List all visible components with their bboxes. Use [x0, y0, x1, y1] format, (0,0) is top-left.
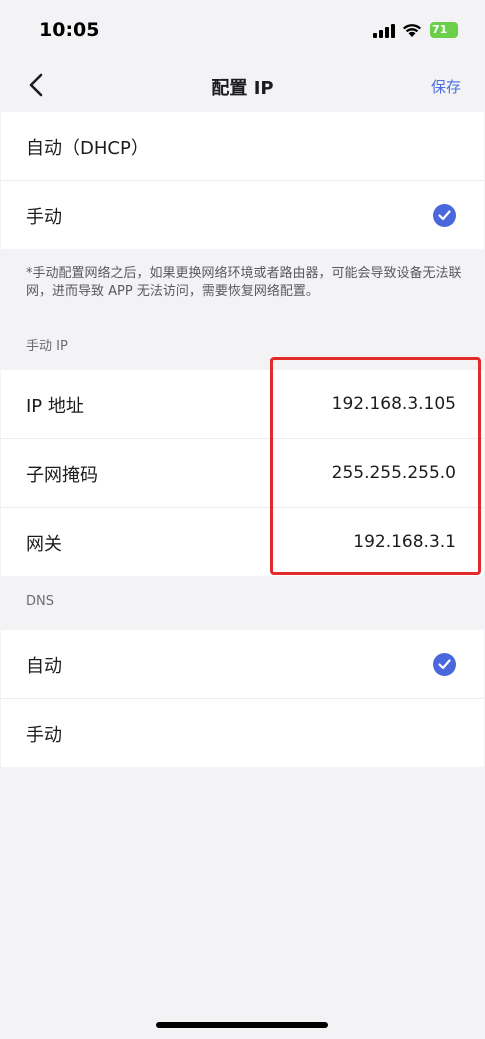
- checkmark-icon: [433, 653, 456, 676]
- dns-option-manual[interactable]: 手动: [1, 699, 484, 767]
- page-title: 配置 IP: [211, 78, 274, 99]
- save-button[interactable]: 保存: [431, 76, 461, 97]
- home-indicator[interactable]: [156, 1022, 328, 1028]
- battery-icon: 71: [430, 22, 458, 38]
- status-bar: 10:05 71: [0, 0, 485, 60]
- field-label: 网关: [26, 534, 62, 555]
- ip-mode-group: 自动（DHCP） 手动: [1, 112, 484, 249]
- dns-option-label: 手动: [26, 725, 62, 746]
- highlight-box: [270, 357, 481, 575]
- battery-level: 71: [432, 23, 448, 36]
- mode-option-label: 手动: [26, 207, 62, 228]
- cellular-signal-icon: [373, 24, 395, 38]
- dns-group: 自动 手动: [1, 630, 484, 767]
- nav-bar: 配置 IP 保存: [0, 60, 485, 112]
- dns-option-auto[interactable]: 自动: [1, 630, 484, 699]
- section-label-manual-ip: 手动 IP: [26, 339, 68, 354]
- wifi-icon: [403, 24, 421, 37]
- checkmark-icon: [433, 204, 456, 227]
- section-label-dns: DNS: [26, 594, 54, 609]
- mode-option-dhcp[interactable]: 自动（DHCP）: [1, 112, 484, 181]
- dns-option-label: 自动: [26, 656, 62, 677]
- status-time: 10:05: [39, 19, 100, 41]
- field-label: IP 地址: [26, 396, 84, 417]
- warning-note: *手动配置网络之后，如果更换网络环境或者路由器，可能会导致设备无法联网，进而导致…: [26, 266, 462, 299]
- mode-option-label: 自动（DHCP）: [26, 138, 149, 159]
- mode-option-manual[interactable]: 手动: [1, 181, 484, 249]
- field-label: 子网掩码: [26, 465, 98, 486]
